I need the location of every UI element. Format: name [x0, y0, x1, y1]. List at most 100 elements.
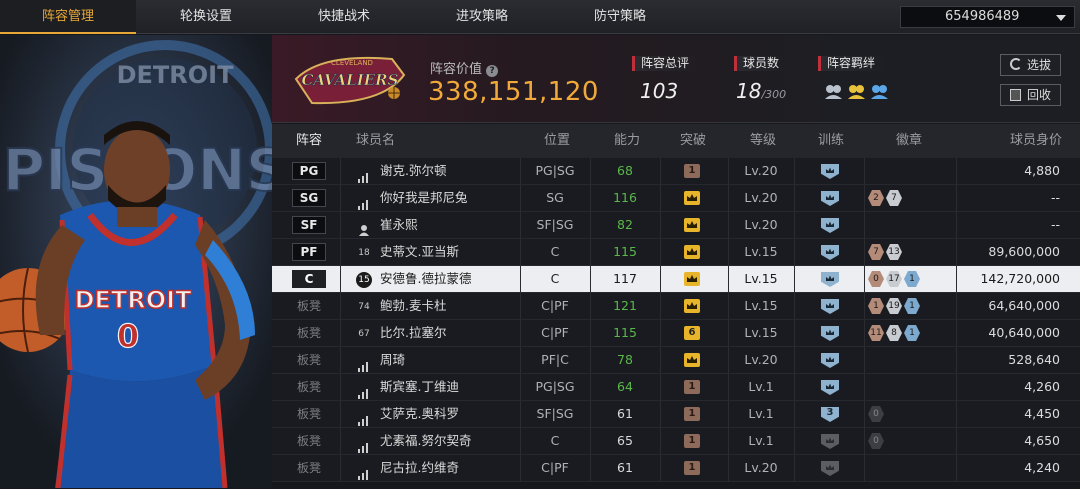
table-row[interactable]: 板凳 艾萨克.奥科罗 SF|SG 61 1 Lv.1 3 0 4,450 [272, 401, 1080, 428]
bench-slot[interactable]: 板凳 [297, 374, 321, 400]
player-value: 89,600,000 [988, 244, 1060, 259]
tab-quick-tactics[interactable]: 快捷战术 [276, 0, 412, 34]
col-player-value[interactable]: 球员身价 [1010, 124, 1062, 158]
bond-icon-gold[interactable] [848, 85, 865, 99]
column-divider [340, 428, 341, 454]
select-button[interactable]: 选拔 [1000, 54, 1061, 76]
badge-icon[interactable]: 0 [868, 406, 884, 422]
badge-icon[interactable]: 0 [868, 271, 884, 287]
badge-icon[interactable]: 2 [868, 190, 884, 206]
bond-label: 阵容羁绊 [818, 56, 886, 71]
table-row[interactable]: PF 18 史蒂文.亚当斯 C 115 Lv.15 7 13 89,600,000 [272, 239, 1080, 266]
badge-icon[interactable]: 1 [904, 298, 920, 314]
player-ability: 116 [613, 190, 637, 205]
tab-offense-strategy[interactable]: 进攻策略 [414, 0, 550, 34]
tab-lineup-management[interactable]: 阵容管理 [0, 0, 136, 34]
training-crown-icon[interactable] [821, 326, 839, 341]
crown-icon [684, 272, 700, 286]
column-divider [340, 185, 341, 211]
account-dropdown[interactable]: 654986489 [900, 6, 1075, 28]
col-breakthrough[interactable]: 突破 [680, 124, 706, 158]
training-crown-icon[interactable] [821, 191, 839, 206]
training-crown-icon[interactable] [821, 434, 839, 449]
training-crown-icon[interactable] [821, 299, 839, 314]
player-name[interactable]: 崔永熙 [380, 212, 418, 238]
table-row[interactable]: SG 你好我是邦尼兔 SG 116 Lv.20 2 7 -- [272, 185, 1080, 212]
col-player-name[interactable]: 球员名 [356, 124, 395, 158]
badge-icon[interactable]: 11 [868, 325, 884, 341]
table-row[interactable]: 板凳 尤素福.努尔契奇 C 65 1 Lv.1 0 4,650 [272, 428, 1080, 455]
player-name[interactable]: 比尔.拉塞尔 [380, 320, 446, 346]
player-name[interactable]: 安德鲁.德拉蒙德 [380, 266, 471, 292]
player-name[interactable]: 史蒂文.亚当斯 [380, 239, 459, 265]
table-row[interactable]: SF 崔永熙 SF|SG 82 Lv.20 -- [272, 212, 1080, 239]
tab-rotation-settings[interactable]: 轮换设置 [138, 0, 274, 34]
position-slot[interactable]: PG [292, 162, 326, 180]
recycle-button[interactable]: 回收 [1000, 84, 1061, 106]
column-divider [956, 374, 957, 400]
training-crown-icon[interactable] [821, 272, 839, 287]
training-crown-icon[interactable] [821, 164, 839, 179]
column-divider [956, 185, 957, 211]
col-position[interactable]: 位置 [544, 124, 570, 158]
table-row[interactable]: 板凳 周琦 PF|C 78 Lv.20 528,640 [272, 347, 1080, 374]
table-row[interactable]: PG 谢克.弥尔顿 PG|SG 68 1 Lv.20 4,880 [272, 158, 1080, 185]
badge-icon[interactable]: 1 [868, 298, 884, 314]
table-row[interactable]: 板凳 67 比尔.拉塞尔 C|PF 115 6 Lv.15 11 8 1 40,640,000 [272, 320, 1080, 347]
training-crown-icon[interactable] [821, 461, 839, 476]
table-row[interactable]: C 15 安德鲁.德拉蒙德 C 117 Lv.15 0 17 1 142,720,000 [272, 266, 1080, 293]
player-name[interactable]: 尤素福.努尔契奇 [380, 428, 471, 454]
position-slot[interactable]: PF [292, 243, 326, 261]
player-name[interactable]: 斯宾塞.丁维迪 [380, 374, 459, 400]
badge-icon[interactable]: 8 [886, 325, 902, 341]
table-row[interactable]: 板凳 74 鲍勃.麦卡杜 C|PF 121 Lv.15 1 19 1 64,640,000 [272, 293, 1080, 320]
player-name[interactable]: 周琦 [380, 347, 405, 373]
training-crown-icon[interactable] [821, 218, 839, 233]
bench-slot[interactable]: 板凳 [297, 293, 321, 319]
bench-slot[interactable]: 板凳 [297, 401, 321, 427]
col-lineup[interactable]: 阵容 [296, 124, 322, 158]
bench-slot[interactable]: 板凳 [297, 347, 321, 373]
ranking-icon [358, 382, 370, 399]
player-value: -- [1050, 217, 1060, 232]
position-slot[interactable]: SG [292, 189, 326, 207]
player-name[interactable]: 谢克.弥尔顿 [380, 158, 446, 184]
help-icon[interactable]: ? [486, 65, 499, 77]
bond-icon-blue[interactable] [871, 85, 888, 99]
player-name[interactable]: 艾萨克.奥科罗 [380, 401, 459, 427]
badge-icon[interactable]: 17 [886, 271, 902, 287]
position-slot[interactable]: SF [292, 216, 326, 234]
bench-slot[interactable]: 板凳 [297, 428, 321, 454]
column-divider [340, 293, 341, 319]
player-name[interactable]: 尼古拉.约维奇 [380, 455, 459, 481]
badge-icon[interactable]: 1 [904, 271, 920, 287]
badge-icon[interactable]: 19 [886, 298, 902, 314]
training-crown-icon[interactable] [821, 353, 839, 368]
table-row[interactable]: 板凳 尼古拉.约维奇 C|PF 61 1 Lv.20 4,240 [272, 455, 1080, 482]
bench-slot[interactable]: 板凳 [297, 320, 321, 346]
position-slot[interactable]: C [292, 270, 326, 288]
badge-icon[interactable]: 0 [868, 433, 884, 449]
tab-defense-strategy[interactable]: 防守策略 [552, 0, 688, 34]
col-ability[interactable]: 能力 [614, 124, 640, 158]
training-badge[interactable]: 3 [821, 407, 839, 422]
badge-icon[interactable]: 7 [868, 244, 884, 260]
col-training[interactable]: 训练 [818, 124, 844, 158]
table-row[interactable]: 板凳 斯宾塞.丁维迪 PG|SG 64 1 Lv.1 4,260 [272, 374, 1080, 401]
player-name[interactable]: 鲍勃.麦卡杜 [380, 293, 446, 319]
col-level[interactable]: 等级 [750, 124, 776, 158]
bond-icon-grey[interactable] [825, 85, 842, 99]
badge-icon[interactable]: 1 [904, 325, 920, 341]
training-crown-icon[interactable] [821, 245, 839, 260]
badge-icon[interactable]: 7 [886, 190, 902, 206]
badge-icon[interactable]: 13 [886, 244, 902, 260]
player-name[interactable]: 你好我是邦尼兔 [380, 185, 468, 211]
column-divider [864, 212, 865, 238]
bench-slot[interactable]: 板凳 [297, 455, 321, 481]
column-divider [794, 428, 795, 454]
column-divider [340, 158, 341, 184]
team-logo: CLEVELAND CAVALIERS [292, 47, 412, 111]
col-badges[interactable]: 徽章 [896, 124, 922, 158]
training-crown-icon[interactable] [821, 380, 839, 395]
column-divider [660, 374, 661, 400]
